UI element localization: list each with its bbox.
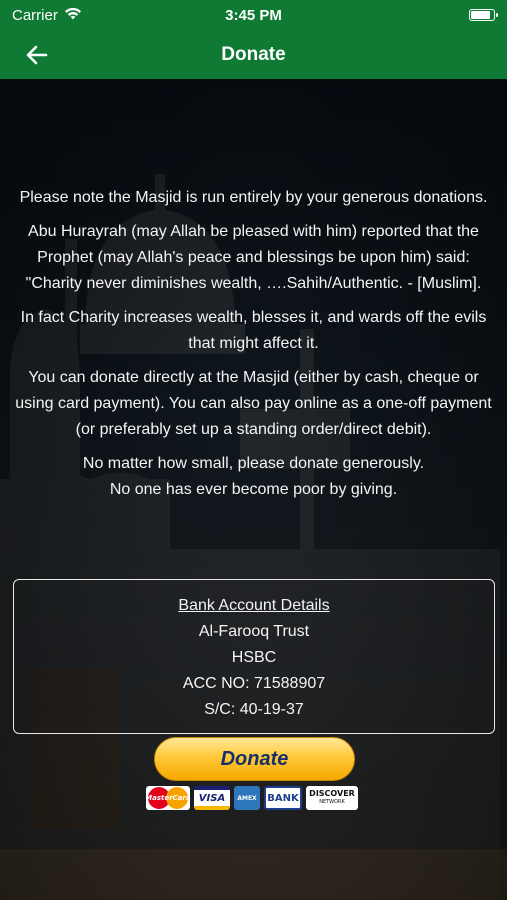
accepted-cards[interactable]: MasterCard VISA AMEX BANK DISCOVER NETWO… <box>146 784 364 812</box>
visa-icon: VISA <box>194 786 230 810</box>
wifi-icon <box>64 7 82 24</box>
bank-details-heading: Bank Account Details <box>178 597 330 614</box>
account-number: ACC NO: 71588907 <box>182 675 326 692</box>
back-button[interactable] <box>22 40 52 70</box>
generous-line: No matter how small, please donate gener… <box>82 455 425 472</box>
carrier-label: Carrier <box>12 6 58 24</box>
donate-methods-paragraph: You can donate directly at the Masjid (e… <box>15 369 492 438</box>
bank-name: HSBC <box>231 649 277 666</box>
arrow-left-icon <box>26 45 48 65</box>
intro-paragraph: Please note the Masjid is run entirely b… <box>19 189 488 206</box>
bank-icon: BANK <box>264 786 302 810</box>
battery-icon <box>469 9 498 21</box>
donate-info: Please note the Masjid is run entirely b… <box>10 185 497 503</box>
nav-bar: Donate <box>0 30 507 79</box>
account-name: Al-Farooq Trust <box>198 623 310 640</box>
status-bar: Carrier 3:45 PM <box>0 0 507 30</box>
charity-paragraph: In fact Charity increases wealth, blesse… <box>20 309 487 352</box>
bank-details-box: Bank Account Details Al-Farooq Trust HSB… <box>13 579 495 734</box>
sort-code: S/C: 40-19-37 <box>204 701 304 718</box>
page-title: Donate <box>221 43 286 65</box>
hadith-paragraph: Abu Hurayrah (may Allah be pleased with … <box>25 223 482 292</box>
poor-line: No one has ever become poor by giving. <box>109 481 398 498</box>
mastercard-icon: MasterCard <box>146 786 190 810</box>
paypal-donate-button[interactable]: Donate <box>154 737 355 781</box>
amex-icon: AMEX <box>234 786 260 810</box>
paypal-donate-label: Donate <box>220 747 289 770</box>
discover-icon: DISCOVER NETWORK <box>306 786 358 810</box>
